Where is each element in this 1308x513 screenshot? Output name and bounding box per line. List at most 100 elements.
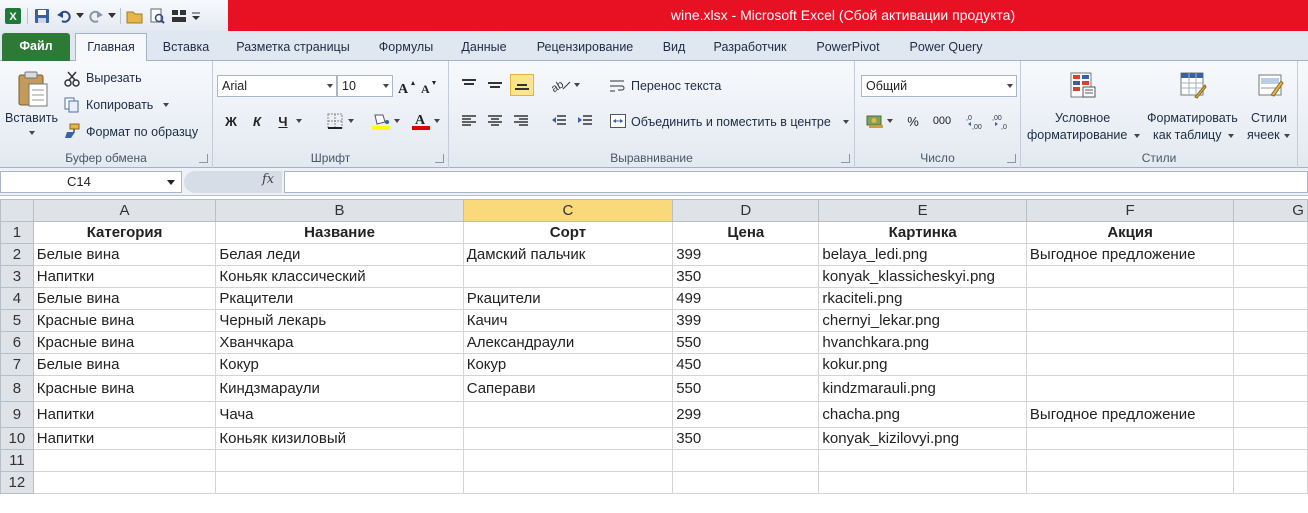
- cut-button[interactable]: Вырезать: [86, 71, 142, 85]
- alignment-launcher-icon[interactable]: [841, 154, 850, 163]
- name-box[interactable]: C14: [0, 171, 182, 193]
- sheet-cell[interactable]: Белые вина: [32, 287, 217, 310]
- sheet-cell[interactable]: [1025, 309, 1235, 332]
- conditional-formatting-icon[interactable]: [1067, 69, 1099, 101]
- tab-insert[interactable]: Вставка: [152, 34, 220, 61]
- sheet-cell[interactable]: [462, 401, 674, 428]
- cell-styles-line2[interactable]: ячеек: [1247, 128, 1280, 142]
- sheet-cell[interactable]: belaya_ledi.png: [818, 243, 1027, 266]
- layout-icon[interactable]: [168, 5, 190, 27]
- increase-font-size-icon[interactable]: A: [397, 77, 417, 97]
- row-header[interactable]: 11: [0, 449, 34, 472]
- number-format-select[interactable]: Общий: [861, 75, 1017, 97]
- row-header[interactable]: 9: [0, 401, 34, 428]
- merge-dropdown-icon[interactable]: [842, 119, 850, 125]
- sheet-cell[interactable]: Ркацители: [462, 287, 674, 310]
- sheet-cell[interactable]: 450: [672, 353, 820, 376]
- column-header-b[interactable]: B: [215, 199, 464, 222]
- thousands-button[interactable]: 000: [929, 111, 955, 131]
- sheet-cell[interactable]: Саперави: [462, 375, 674, 402]
- percent-button[interactable]: %: [903, 111, 923, 131]
- conditional-formatting-line2[interactable]: форматирование: [1027, 128, 1127, 142]
- undo-icon[interactable]: [53, 5, 75, 27]
- decrease-indent-icon[interactable]: [549, 111, 569, 131]
- sheet-cell[interactable]: 299: [672, 401, 820, 428]
- column-header-c[interactable]: C: [462, 199, 674, 222]
- sheet-cell[interactable]: [1233, 427, 1308, 450]
- sheet-cell[interactable]: Кокур: [215, 353, 464, 376]
- sheet-cell[interactable]: [1233, 353, 1308, 376]
- open-icon[interactable]: [124, 5, 146, 27]
- sheet-cell[interactable]: Напитки: [32, 427, 217, 450]
- underline-dropdown-icon[interactable]: [295, 118, 303, 124]
- tab-page-layout[interactable]: Разметка страницы: [226, 34, 360, 61]
- print-preview-icon[interactable]: [146, 5, 168, 27]
- sheet-cell[interactable]: Коньяк классический: [215, 265, 464, 288]
- italic-button[interactable]: К: [247, 111, 267, 131]
- row-header[interactable]: 1: [0, 221, 34, 244]
- sheet-cell[interactable]: [1233, 331, 1308, 354]
- sheet-cell[interactable]: [1233, 449, 1308, 472]
- sheet-cell[interactable]: [32, 471, 217, 494]
- sheet-cell[interactable]: [462, 449, 674, 472]
- sheet-cell[interactable]: 399: [672, 309, 820, 332]
- row-header[interactable]: 7: [0, 353, 34, 376]
- sheet-cell[interactable]: [1025, 353, 1235, 376]
- tab-home[interactable]: Главная: [75, 33, 147, 61]
- wrap-text-icon[interactable]: [609, 77, 627, 95]
- sheet-cell[interactable]: [672, 449, 820, 472]
- wrap-text-button[interactable]: Перенос текста: [631, 79, 721, 93]
- tab-file[interactable]: Файл: [2, 33, 70, 61]
- sheet-cell[interactable]: [32, 449, 217, 472]
- sheet-cell[interactable]: [215, 471, 464, 494]
- select-all-corner[interactable]: [0, 199, 34, 222]
- column-header-a[interactable]: A: [32, 199, 217, 222]
- header-cell[interactable]: Акция: [1025, 221, 1235, 244]
- row-header[interactable]: 2: [0, 243, 34, 266]
- font-size-select[interactable]: 10: [337, 75, 393, 97]
- header-cell[interactable]: Название: [215, 221, 464, 244]
- sheet-cell[interactable]: [1233, 309, 1308, 332]
- row-header[interactable]: 12: [0, 471, 34, 494]
- sheet-cell[interactable]: Кокур: [462, 353, 674, 376]
- fill-color-icon[interactable]: [369, 109, 393, 133]
- sheet-cell[interactable]: kindzmarauli.png: [818, 375, 1027, 402]
- column-header-e[interactable]: E: [818, 199, 1027, 222]
- sheet-cell[interactable]: 399: [672, 243, 820, 266]
- sheet-cell[interactable]: [215, 449, 464, 472]
- sheet-cell[interactable]: [1025, 427, 1235, 450]
- format-as-table-line2[interactable]: как таблицу: [1153, 128, 1221, 142]
- sheet-cell[interactable]: Александраули: [462, 331, 674, 354]
- sheet-cell[interactable]: 550: [672, 331, 820, 354]
- sheet-cell[interactable]: [1233, 401, 1308, 428]
- column-header-f[interactable]: F: [1025, 199, 1235, 222]
- align-left-icon[interactable]: [459, 111, 479, 131]
- sheet-cell[interactable]: [462, 265, 674, 288]
- align-bottom-icon[interactable]: [510, 74, 534, 96]
- currency-dropdown-icon[interactable]: [886, 118, 894, 124]
- sheet-cell[interactable]: Напитки: [32, 265, 217, 288]
- column-header-d[interactable]: D: [672, 199, 820, 222]
- paste-dropdown-icon[interactable]: [28, 129, 36, 137]
- align-top-icon[interactable]: [459, 75, 479, 95]
- excel-icon[interactable]: X: [2, 5, 24, 27]
- decrease-font-size-icon[interactable]: A: [419, 77, 439, 97]
- tab-developer[interactable]: Разработчик: [703, 34, 797, 61]
- row-header[interactable]: 6: [0, 331, 34, 354]
- sheet-cell[interactable]: 350: [672, 265, 820, 288]
- paste-icon[interactable]: [12, 69, 52, 109]
- sheet-cell[interactable]: Чача: [215, 401, 464, 428]
- sheet-cell[interactable]: Красные вина: [32, 309, 217, 332]
- format-table-dropdown-icon[interactable]: [1227, 133, 1235, 139]
- increase-indent-icon[interactable]: [575, 111, 595, 131]
- borders-icon[interactable]: [323, 111, 347, 131]
- cut-icon[interactable]: [64, 71, 80, 87]
- sheet-cell[interactable]: Белая леди: [215, 243, 464, 266]
- merge-center-icon[interactable]: [609, 112, 627, 130]
- cell-styles-dropdown-icon[interactable]: [1283, 133, 1291, 139]
- sheet-cell[interactable]: [1233, 375, 1308, 402]
- sheet-cell[interactable]: Белые вина: [32, 353, 217, 376]
- sheet-cell[interactable]: Выгодное предложение: [1025, 243, 1235, 266]
- orientation-icon[interactable]: ab: [549, 75, 573, 95]
- row-header[interactable]: 5: [0, 309, 34, 332]
